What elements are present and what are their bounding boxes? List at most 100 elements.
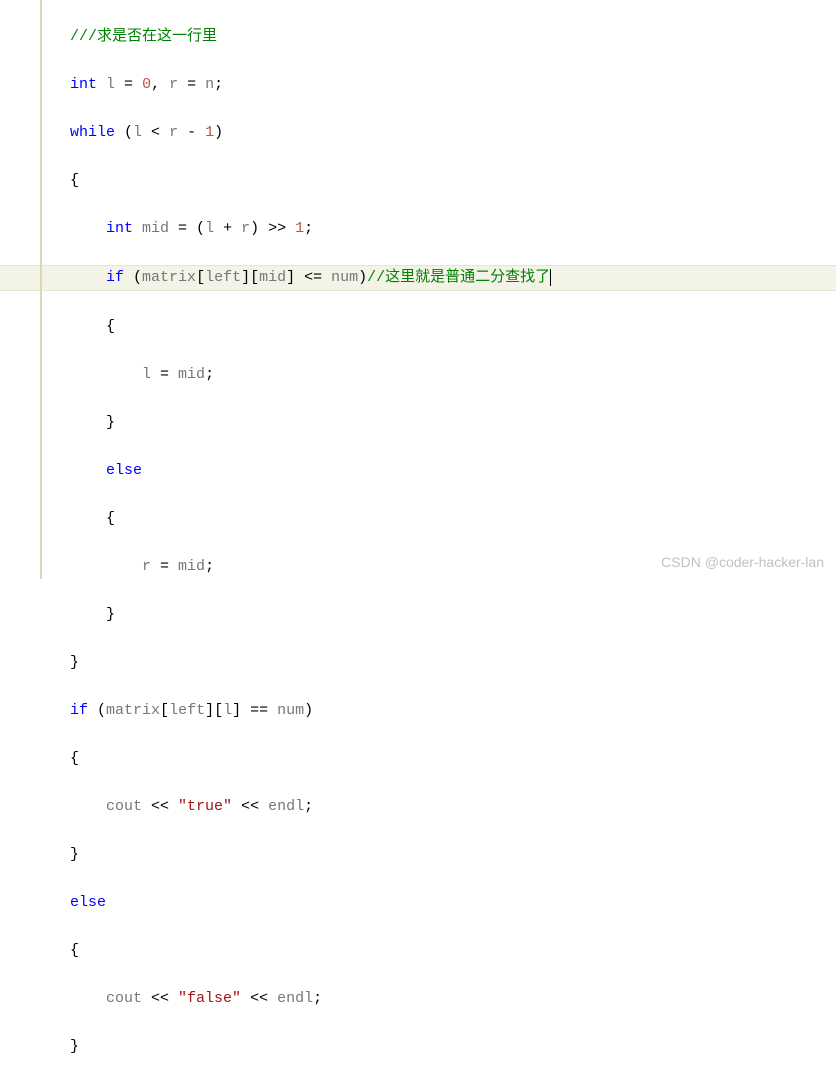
ident: l — [142, 366, 151, 383]
gutter-line — [40, 0, 42, 579]
string: "true" — [178, 798, 232, 815]
op: + — [214, 220, 241, 237]
code-line: } — [70, 411, 836, 435]
ident: r — [169, 124, 178, 141]
op: - — [178, 124, 205, 141]
code-line: { — [70, 507, 836, 531]
type-kw: int — [106, 220, 133, 237]
op: = — [151, 558, 178, 575]
punct: ; — [205, 366, 214, 383]
punct: ) — [358, 269, 367, 286]
comment-text: ///求是否在这一行里 — [70, 28, 217, 45]
brace: } — [70, 1038, 79, 1055]
code-line: r = mid; — [70, 555, 836, 579]
brace: { — [106, 318, 115, 335]
ident: r — [241, 220, 250, 237]
type-kw: int — [70, 76, 97, 93]
ident: endl — [268, 798, 304, 815]
ident: cout — [106, 798, 142, 815]
punct: ) — [304, 702, 313, 719]
op: = — [115, 76, 142, 93]
punct: ) — [214, 124, 223, 141]
punct: [ — [160, 702, 169, 719]
punct: ][ — [205, 702, 223, 719]
code-block: ///求是否在这一行里 int l = 0, r = n; while (l <… — [0, 0, 836, 1083]
ident: mid — [259, 269, 286, 286]
code-line: { — [70, 747, 836, 771]
op: ) >> — [250, 220, 295, 237]
ident: left — [169, 702, 205, 719]
code-line: } — [70, 651, 836, 675]
number: 1 — [295, 220, 304, 237]
keyword: else — [106, 462, 142, 479]
punct: ( — [115, 124, 133, 141]
punct: ; — [214, 76, 223, 93]
code-line: l = mid; — [70, 363, 836, 387]
ident: l — [133, 124, 142, 141]
ident: num — [277, 702, 304, 719]
code-line: int l = 0, r = n; — [70, 73, 836, 97]
op: << — [241, 990, 277, 1007]
punct: ; — [304, 798, 313, 815]
punct: ][ — [241, 269, 259, 286]
punct: [ — [196, 269, 205, 286]
ident: l — [205, 220, 214, 237]
code-line: cout << "true" << endl; — [70, 795, 836, 819]
code-line-current: if (matrix[left][mid] <= num)//这里就是普通二分查… — [0, 265, 836, 291]
op: = ( — [169, 220, 205, 237]
code-line: cout << "false" << endl; — [70, 987, 836, 1011]
brace: { — [70, 942, 79, 959]
op: < — [142, 124, 169, 141]
ident: r — [169, 76, 178, 93]
ident: mid — [133, 220, 169, 237]
code-line: { — [70, 315, 836, 339]
brace: } — [106, 414, 115, 431]
ident: mid — [178, 366, 205, 383]
op: << — [232, 798, 268, 815]
op: << — [142, 798, 178, 815]
brace: { — [106, 510, 115, 527]
ident: l — [106, 76, 115, 93]
code-line: while (l < r - 1) — [70, 121, 836, 145]
keyword: if — [70, 702, 88, 719]
punct: ( — [124, 269, 142, 286]
code-line: { — [70, 169, 836, 193]
ident: mid — [178, 558, 205, 575]
ident: n — [205, 76, 214, 93]
ident: left — [205, 269, 241, 286]
op: = — [178, 76, 205, 93]
code-line: { — [70, 939, 836, 963]
op: ] <= — [286, 269, 331, 286]
ident: l — [223, 702, 232, 719]
code-line: else — [70, 891, 836, 915]
string: "false" — [178, 990, 241, 1007]
code-line: if (matrix[left][l] == num) — [70, 699, 836, 723]
punct: , — [151, 76, 169, 93]
keyword: if — [106, 269, 124, 286]
punct: ; — [205, 558, 214, 575]
ident: r — [142, 558, 151, 575]
punct: ( — [88, 702, 106, 719]
cursor-icon — [550, 269, 551, 286]
punct: ; — [304, 220, 313, 237]
keyword: else — [70, 894, 106, 911]
code-line: } — [70, 1035, 836, 1059]
brace: { — [70, 172, 79, 189]
number: 1 — [205, 124, 214, 141]
op: ] == — [232, 702, 277, 719]
ident: cout — [106, 990, 142, 1007]
op: << — [142, 990, 178, 1007]
punct: ; — [313, 990, 322, 1007]
brace: } — [106, 606, 115, 623]
op: = — [151, 366, 178, 383]
code-line: } — [70, 603, 836, 627]
keyword: while — [70, 124, 115, 141]
ident: num — [331, 269, 358, 286]
number: 0 — [142, 76, 151, 93]
brace: } — [70, 846, 79, 863]
ident: matrix — [106, 702, 160, 719]
brace: { — [70, 750, 79, 767]
code-line: else — [70, 459, 836, 483]
comment-text: //这里就是普通二分查找了 — [367, 269, 550, 286]
ident: matrix — [142, 269, 196, 286]
